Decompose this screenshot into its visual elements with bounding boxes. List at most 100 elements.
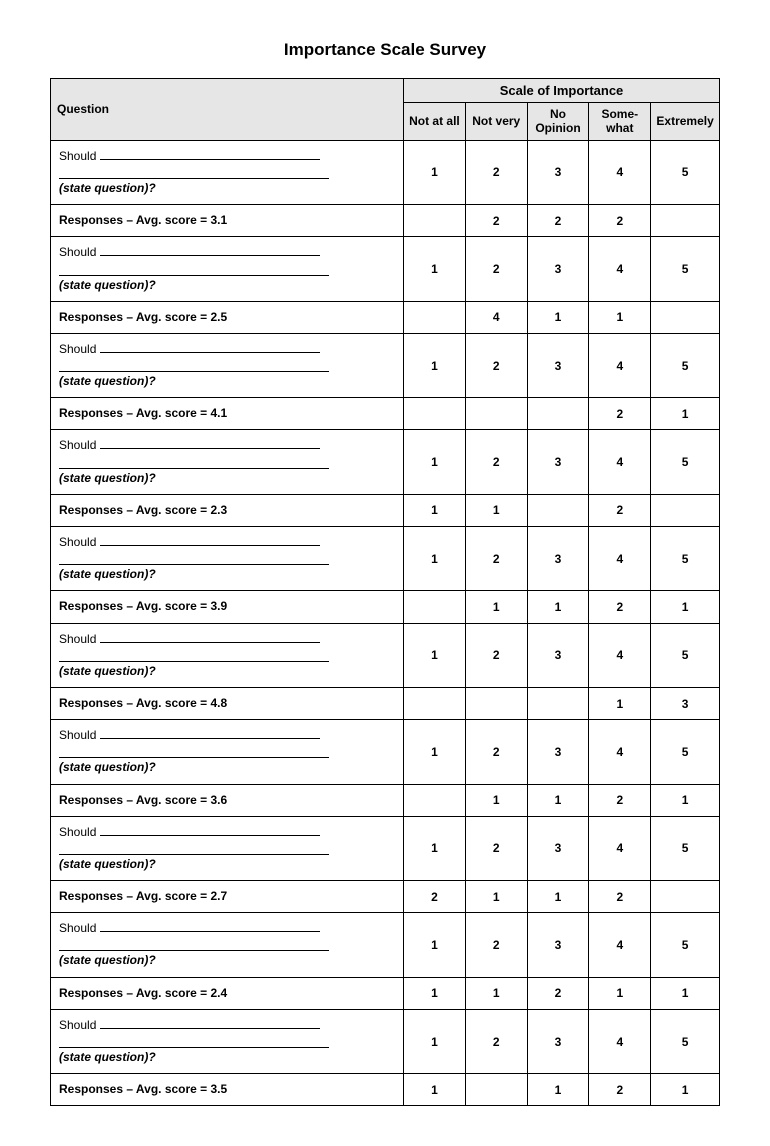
should-label: Should [59, 1016, 96, 1035]
scale-value: 1 [404, 913, 466, 977]
blank-line [59, 748, 329, 758]
response-count: 1 [404, 1074, 466, 1106]
blank-line [59, 266, 329, 276]
response-count [404, 784, 466, 816]
responses-cell: Responses – Avg. score = 3.6 [51, 784, 404, 816]
state-question-label: (state question)? [59, 1048, 395, 1067]
response-count: 1 [651, 591, 720, 623]
responses-label: Responses – Avg. score = 2.7 [59, 889, 227, 903]
scale-value: 4 [589, 527, 651, 591]
scale-value: 2 [465, 333, 527, 397]
scale-value: 5 [651, 140, 720, 204]
scale-value: 1 [404, 623, 466, 687]
scale-value: 2 [465, 430, 527, 494]
response-count: 1 [465, 494, 527, 526]
scale-value: 1 [404, 816, 466, 880]
question-cell: Should(state question)? [51, 720, 404, 784]
response-count: 1 [651, 784, 720, 816]
blank-line [100, 826, 320, 836]
scale-value: 1 [404, 1009, 466, 1073]
response-count: 1 [651, 398, 720, 430]
blank-line [59, 652, 329, 662]
header-col-3: No Opinion [527, 103, 589, 141]
blank-line [59, 941, 329, 951]
blank-line [100, 633, 320, 643]
survey-table: Question Scale of Importance Not at all … [50, 78, 720, 1106]
question-cell: Should (state question)? [51, 1009, 404, 1073]
responses-cell: Responses – Avg. score = 3.1 [51, 205, 404, 237]
question-cell: Should (state question)? [51, 527, 404, 591]
response-count: 3 [651, 687, 720, 719]
scale-value: 1 [404, 430, 466, 494]
response-count [465, 687, 527, 719]
scale-value: 3 [527, 140, 589, 204]
should-label: Should [59, 630, 96, 649]
response-count: 1 [527, 301, 589, 333]
response-count: 1 [651, 1074, 720, 1106]
page-title: Importance Scale Survey [50, 40, 720, 60]
responses-label: Responses – Avg. score = 4.1 [59, 406, 227, 420]
response-count: 1 [527, 881, 589, 913]
response-count [527, 494, 589, 526]
state-question-label: (state question)? [59, 565, 395, 584]
responses-label: Responses – Avg. score = 3.6 [59, 793, 227, 807]
response-count: 1 [465, 591, 527, 623]
question-cell: Should(state question)? [51, 333, 404, 397]
response-count: 1 [527, 784, 589, 816]
state-question-label: (state question)? [59, 276, 395, 295]
response-count: 2 [404, 881, 466, 913]
should-label: Should [59, 726, 96, 745]
scale-value: 5 [651, 527, 720, 591]
scale-value: 3 [527, 430, 589, 494]
scale-value: 4 [589, 623, 651, 687]
scale-value: 5 [651, 623, 720, 687]
response-count: 2 [589, 398, 651, 430]
response-count [465, 398, 527, 430]
header-question: Question [51, 79, 404, 141]
header-col-1: Not at all [404, 103, 466, 141]
question-cell: Should(state question)? [51, 430, 404, 494]
scale-value: 4 [589, 720, 651, 784]
responses-label: Responses – Avg. score = 2.4 [59, 986, 227, 1000]
should-label: Should [59, 436, 96, 455]
state-question-label: (state question)? [59, 179, 395, 198]
scale-value: 4 [589, 333, 651, 397]
scale-value: 4 [589, 913, 651, 977]
responses-cell: Responses – Avg. score = 4.1 [51, 398, 404, 430]
scale-value: 2 [465, 140, 527, 204]
response-count: 1 [465, 784, 527, 816]
response-count: 1 [527, 1074, 589, 1106]
responses-label: Responses – Avg. score = 4.8 [59, 696, 227, 710]
response-count: 2 [589, 1074, 651, 1106]
state-question-label: (state question)? [59, 855, 395, 874]
header-col-4: Some-what [589, 103, 651, 141]
response-count: 2 [527, 977, 589, 1009]
response-count: 1 [589, 301, 651, 333]
question-cell: Should(state question)? [51, 140, 404, 204]
scale-value: 3 [527, 720, 589, 784]
scale-value: 1 [404, 333, 466, 397]
response-count [651, 881, 720, 913]
should-label: Should [59, 533, 96, 552]
header-col-2: Not very [465, 103, 527, 141]
responses-cell: Responses – Avg. score = 2.5 [51, 301, 404, 333]
should-label: Should [59, 243, 96, 262]
responses-label: Responses – Avg. score = 2.5 [59, 310, 227, 324]
responses-cell: Responses – Avg. score = 2.4 [51, 977, 404, 1009]
response-count: 1 [589, 977, 651, 1009]
response-count: 1 [404, 494, 466, 526]
scale-value: 3 [527, 913, 589, 977]
blank-line [100, 343, 320, 353]
scale-value: 5 [651, 1009, 720, 1073]
response-count: 2 [589, 784, 651, 816]
response-count: 4 [465, 301, 527, 333]
response-count [465, 1074, 527, 1106]
scale-value: 4 [589, 430, 651, 494]
response-count: 2 [465, 205, 527, 237]
scale-value: 1 [404, 527, 466, 591]
blank-line [59, 169, 329, 179]
response-count: 1 [465, 977, 527, 1009]
state-question-label: (state question)? [59, 662, 395, 681]
blank-line [100, 246, 320, 256]
response-count: 2 [589, 205, 651, 237]
